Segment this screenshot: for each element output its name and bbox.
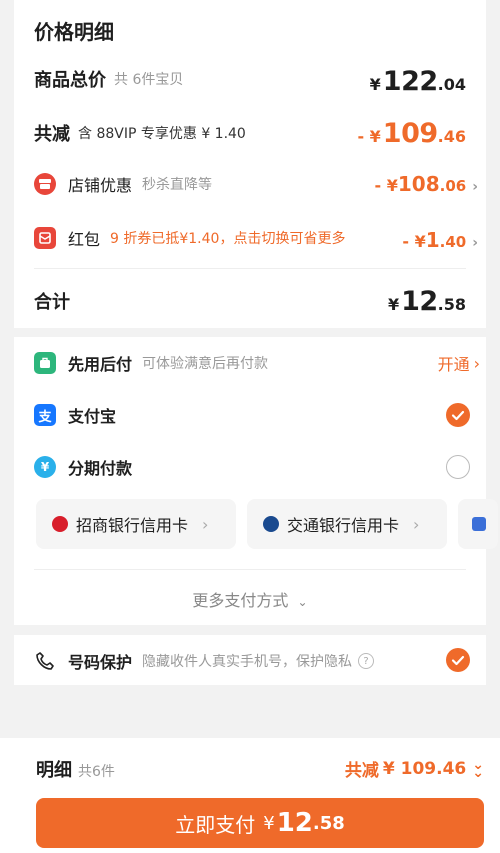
bank-logo-icon — [472, 517, 486, 531]
chevron-down-icon: ⌄ — [297, 595, 308, 609]
sum-price: ¥ 12 .58 — [387, 286, 466, 317]
goods-total-label: 商品总价 — [34, 70, 106, 91]
bank-chip-partial[interactable] — [458, 499, 498, 549]
double-chevron-down-icon: ⌄ ⌄ — [472, 756, 484, 781]
goods-count: 共 6件宝贝 — [114, 72, 184, 88]
bank-chip-cmb[interactable]: 招商银行信用卡 › — [36, 499, 236, 549]
detail-summary[interactable]: 明细 共6件 — [36, 756, 115, 782]
check-icon — [451, 655, 465, 666]
alipay-label: 支付宝 — [68, 407, 117, 426]
total-discount-amount: - ¥ 109 .46 — [357, 118, 466, 149]
more-payment-methods[interactable]: 更多支付方式 ⌄ — [14, 587, 486, 611]
divider — [34, 268, 466, 269]
installment-radio[interactable] — [446, 455, 470, 479]
detail-count: 共6件 — [78, 764, 115, 780]
red-packet-label: 红包 — [68, 230, 101, 249]
shop-discount-label: 店铺优惠 — [68, 176, 133, 195]
red-packet-icon — [34, 227, 56, 249]
bocom-logo-icon — [263, 516, 279, 532]
installment-icon: ¥ — [34, 456, 56, 478]
bottom-discount-summary[interactable]: 共减 ¥ 109.46 ⌄ ⌄ — [345, 756, 484, 782]
total-discount-label: 共减 — [34, 124, 70, 145]
installment-row[interactable]: ¥ 分期付款 — [34, 455, 466, 479]
goods-total-price: ¥ 122 .04 — [369, 66, 466, 97]
chevron-right-icon: › — [202, 514, 209, 534]
alipay-icon: 支 — [34, 404, 56, 426]
pay-later-row[interactable]: 先用后付 可体验满意后再付款 — [34, 351, 466, 375]
red-packet-row[interactable]: 红包 9 折券已抵¥1.40，点击切换可省更多 — [34, 226, 466, 250]
alipay-radio-checked[interactable] — [446, 403, 470, 427]
red-packet-amount[interactable]: - ¥ 1 .40 › — [402, 228, 478, 252]
shop-discount-icon — [34, 173, 56, 195]
chevron-right-icon: › — [472, 179, 478, 195]
bank-chip-bocom[interactable]: 交通银行信用卡 › — [247, 499, 447, 549]
chevron-right-icon: › — [472, 235, 478, 251]
pay-later-label: 先用后付 — [68, 355, 133, 374]
price-detail-card: 价格明细 商品总价 共 6件宝贝 ¥ 122 .04 共减 含 88VIP 专享… — [14, 0, 486, 328]
pay-later-note: 可体验满意后再付款 — [142, 356, 269, 372]
payment-methods-card: 先用后付 可体验满意后再付款 开通 › 支 支付宝 ¥ 分期付款 招商银行信用卡… — [14, 337, 498, 625]
chevron-right-icon: › — [413, 514, 420, 534]
sum-label: 合计 — [34, 292, 70, 313]
alipay-row[interactable]: 支 支付宝 — [34, 403, 466, 427]
divider — [34, 569, 466, 570]
pay-now-button[interactable]: 立即支付 ¥ 12 .58 — [36, 798, 484, 848]
number-protect-row[interactable]: 号码保护 隐藏收件人真实手机号，保护隐私 ? — [34, 649, 466, 673]
number-protect-label: 号码保护 — [68, 653, 133, 672]
chevron-right-icon: › — [473, 353, 480, 373]
cmb-logo-icon — [52, 516, 68, 532]
vip-discount-note: 含 88VIP 专享优惠 ¥ 1.40 — [78, 126, 246, 142]
shop-discount-amount[interactable]: - ¥ 108 .06 › — [375, 172, 478, 196]
page-title: 价格明细 — [34, 20, 114, 44]
installment-label: 分期付款 — [68, 459, 133, 478]
phone-icon — [34, 650, 56, 672]
open-pay-later-link[interactable]: 开通 › — [438, 351, 480, 375]
detail-label: 明细 — [36, 760, 72, 781]
shop-discount-note: 秒杀直降等 — [142, 177, 213, 193]
check-icon — [451, 410, 465, 421]
number-protection-card: 号码保护 隐藏收件人真实手机号，保护隐私 ? — [14, 635, 486, 685]
help-icon[interactable]: ? — [358, 653, 375, 669]
red-packet-note: 9 折券已抵¥1.40，点击切换可省更多 — [110, 231, 346, 247]
number-protect-note: 隐藏收件人真实手机号，保护隐私 — [142, 654, 353, 670]
number-protect-radio-checked[interactable] — [446, 648, 470, 672]
pay-later-icon — [34, 352, 56, 374]
